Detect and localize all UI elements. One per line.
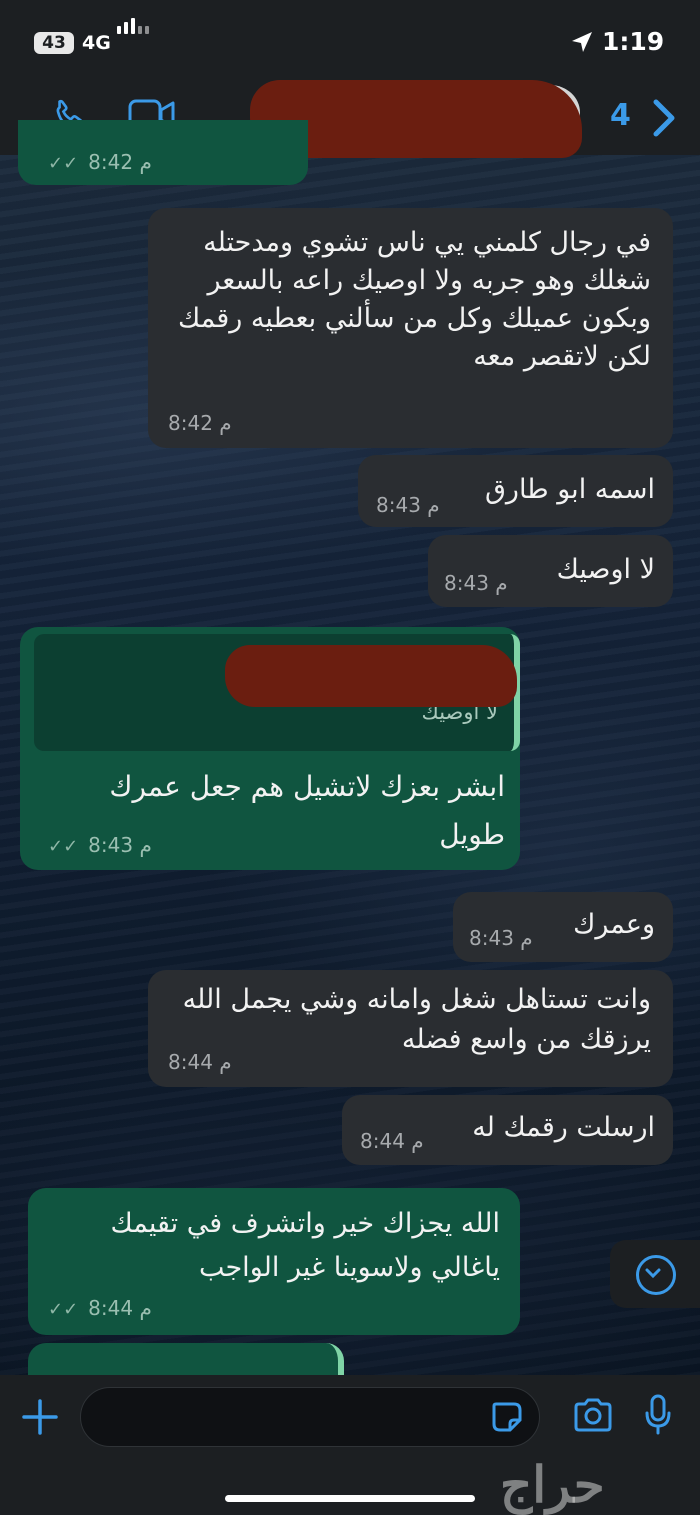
plus-icon[interactable] [20,1397,60,1437]
message-input[interactable] [80,1387,540,1447]
double-check-icon: ✓✓ [48,836,84,857]
home-indicator[interactable] [225,1495,475,1502]
status-time: 1:19 [602,27,665,56]
unread-count-badge[interactable]: 4 [610,98,631,133]
message-bubble-incoming[interactable]: اسمه ابو طارق 8:43 م [358,455,673,527]
message-bubble-incoming[interactable]: لا اوصيك 8:43 م [428,535,673,607]
scroll-to-bottom-button[interactable] [610,1240,700,1308]
message-bubble-incoming[interactable]: وانت تستاهل شغل وامانه وشي يجمل الله يرز… [148,970,673,1087]
message-time: 8:44 م [88,1296,152,1320]
message-text: وانت تستاهل شغل وامانه وشي يجمل الله يرز… [182,984,651,1055]
message-bubble-outgoing[interactable]: ✓✓ 8:42 م [18,120,308,185]
double-check-icon: ✓✓ [48,153,84,174]
location-arrow-icon [572,32,592,52]
message-time: 8:43 م [444,571,508,595]
chevron-right-icon[interactable] [650,98,678,138]
message-time: 8:42 م [88,150,152,174]
message-time: 8:44 م [168,1050,232,1074]
message-time: 8:43 م [469,926,533,950]
microphone-icon[interactable] [643,1393,673,1437]
double-check-icon: ✓✓ [48,1299,84,1320]
message-time: 8:44 م [360,1129,424,1153]
message-bubble-incoming[interactable]: ارسلت رقمك له 8:44 م [342,1095,673,1165]
watermark-logo: حراج [500,1455,605,1514]
message-text: في رجال كلمني يي ناس تشوي ومدحتله شغلك و… [177,227,651,372]
message-text: الله يجزاك خير واتشرف في تقيمك ياغالي ول… [110,1208,500,1283]
network-type: 4G [82,32,111,54]
message-time: 8:43 م [88,833,152,857]
battery-indicator: 43 [34,32,74,54]
sticker-icon[interactable] [490,1400,524,1434]
message-bubble-incoming[interactable]: في رجال كلمني يي ناس تشوي ومدحتله شغلك و… [148,208,673,448]
camera-icon[interactable] [572,1397,614,1433]
message-bubble-outgoing[interactable]: الله يجزاك خير واتشرف في تقيمك ياغالي ول… [28,1188,520,1335]
chevron-down-icon [636,1255,676,1295]
message-time: 8:43 م [376,493,440,517]
message-time: 8:42 م [168,411,232,435]
message-bubble-incoming[interactable]: وعمرك 8:43 م [453,892,673,962]
quoted-sender-redacted [225,645,517,707]
